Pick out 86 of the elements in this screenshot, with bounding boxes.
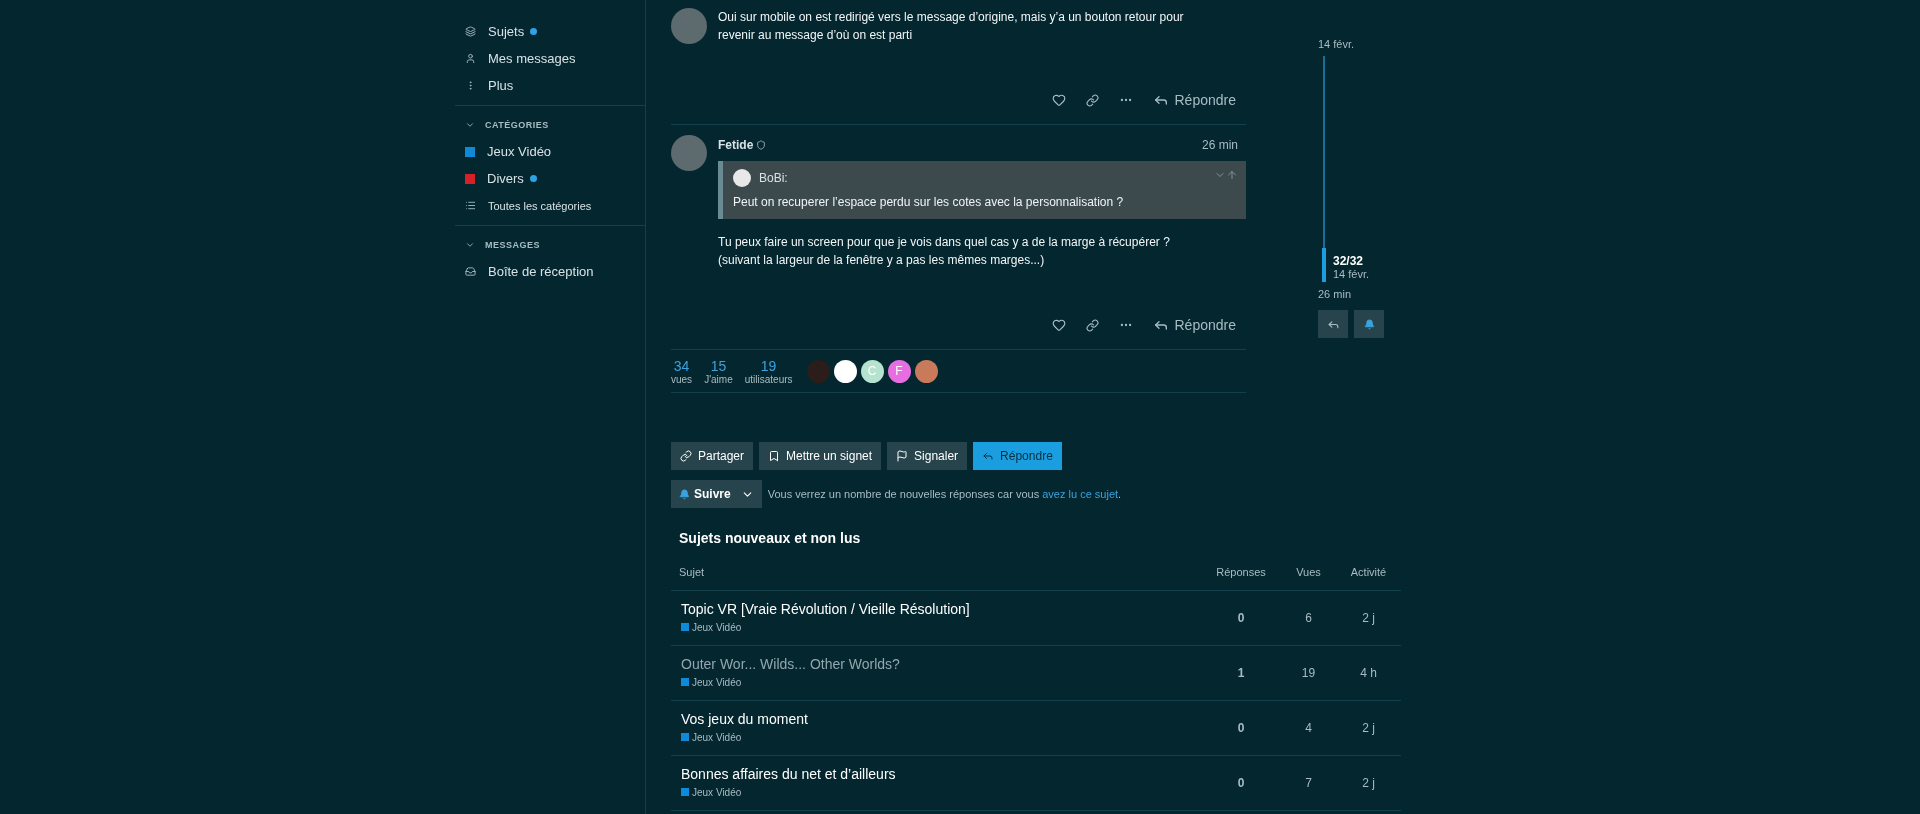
- sidebar-link[interactable]: Jeux Vidéo: [487, 144, 552, 159]
- timeline-position: 32/32: [1333, 254, 1365, 268]
- avatar[interactable]: [671, 8, 707, 44]
- views-count: 7: [1304, 776, 1313, 790]
- link-icon: [1085, 318, 1099, 332]
- quote-avatar: [733, 169, 751, 187]
- section-header[interactable]: MESSAGES: [455, 232, 645, 258]
- link-icon: [1085, 93, 1099, 107]
- post-time: 26 min: [1201, 138, 1239, 152]
- topic-link[interactable]: Vos jeux du moment: [681, 711, 1191, 727]
- chevron-down-icon: [465, 120, 475, 130]
- list-icon: [465, 200, 476, 211]
- category-badge[interactable]: Jeux Vidéo: [681, 786, 742, 798]
- quote-text: Peut on recuperer l’espace perdu sur les cotes avec la personnalisation ?: [733, 195, 1125, 209]
- column-header[interactable]: Réponses: [1201, 554, 1281, 590]
- timeline-start-date[interactable]: 14 févr.: [1318, 38, 1408, 50]
- reply-button[interactable]: [1318, 310, 1348, 338]
- category-badge[interactable]: Jeux Vidéo: [681, 731, 742, 743]
- topic-action-button[interactable]: Signaler: [887, 442, 968, 470]
- topic-link[interactable]: Outer Wor... Wilds... Other Worlds?: [681, 656, 1191, 672]
- views-count: 4: [1304, 721, 1313, 735]
- reply-button[interactable]: Répondre: [1150, 90, 1238, 110]
- stat-label: vues: [671, 373, 693, 385]
- activity-time: 2 j: [1361, 611, 1376, 625]
- post-text: (suivant la largeur de la fenêtre y a pas les mêmes marges...): [718, 252, 1046, 269]
- notification-text: Vous verrez un nombre de nouvelles réponses car vous avez lu ce sujet.: [767, 488, 1122, 500]
- timeline-handle[interactable]: [1322, 248, 1326, 282]
- inbox-icon: [465, 266, 476, 277]
- column-header[interactable]: Vues: [1281, 554, 1336, 590]
- share-icon: [680, 450, 692, 462]
- notification-button[interactable]: [1354, 310, 1384, 338]
- reply-icon: [982, 450, 995, 462]
- shield-icon: [756, 140, 767, 150]
- column-header[interactable]: Sujet: [671, 554, 1201, 590]
- bookmark-icon: [768, 450, 781, 462]
- category-badge[interactable]: Jeux Vidéo: [681, 676, 742, 688]
- notification-dropdown[interactable]: Suivre: [671, 480, 762, 508]
- reply-button[interactable]: Répondre: [1150, 315, 1238, 335]
- suggested-title: Sujets nouveaux et non lus: [678, 529, 862, 548]
- replies-count: 0: [1236, 721, 1246, 735]
- column-header[interactable]: Activité: [1336, 554, 1401, 590]
- sidebar-link[interactable]: Mes messages: [488, 51, 576, 66]
- bell-icon: [1363, 318, 1375, 330]
- sidebar-link[interactable]: Divers: [487, 171, 524, 186]
- heart-icon: [1051, 318, 1066, 332]
- section-header[interactable]: CATÉGORIES: [455, 112, 645, 138]
- post-text: revenir au message d’où on est parti: [718, 27, 914, 44]
- participant-avatar[interactable]: [833, 359, 857, 383]
- sidebar-link[interactable]: Plus: [488, 78, 514, 93]
- timeline-end-time[interactable]: 26 min: [1318, 288, 1408, 300]
- category-badge[interactable]: Jeux Vidéo: [681, 621, 742, 633]
- topic-action-button[interactable]: Répondre: [973, 442, 1062, 470]
- stat-value: 15: [710, 357, 727, 374]
- replies-count: 0: [1236, 776, 1246, 790]
- views-count: 6: [1304, 611, 1313, 625]
- activity-time: 2 j: [1361, 776, 1376, 790]
- replies-count: 0: [1236, 611, 1246, 625]
- post-text: Tu peux faire un screen pour que je vois dans quel cas y a de la marge à récupérer ?: [718, 234, 1171, 251]
- activity-time: 4 h: [1359, 666, 1378, 680]
- topic-action-button[interactable]: Mettre un signet: [759, 442, 882, 470]
- post-author[interactable]: Fetide: [718, 138, 754, 152]
- sidebar-link[interactable]: Toutes les catégories: [488, 199, 592, 212]
- post-text: Oui sur mobile on est redirigé vers le message d’origine, mais y’a un bouton retour pour: [718, 9, 1185, 26]
- topic-link[interactable]: Topic VR [Vraie Révolution / Vieille Résolution]: [681, 601, 1191, 617]
- link-button[interactable]: [1083, 91, 1101, 109]
- link-button[interactable]: [1083, 316, 1101, 334]
- chevron-down-icon: [465, 240, 475, 250]
- replies-count: 1: [1236, 666, 1246, 680]
- sidebar-link[interactable]: Boîte de réception: [488, 264, 594, 279]
- heart-icon: [1051, 93, 1066, 107]
- topic-link[interactable]: Bonnes affaires du net et d’ailleurs: [681, 766, 1191, 782]
- stat-value: 34: [673, 357, 690, 374]
- bell-icon: [679, 488, 690, 500]
- quote-author: BoBi:: [759, 171, 788, 185]
- flag-icon: [896, 450, 909, 462]
- stat-label: utilisateurs: [744, 373, 793, 385]
- topic-action-button[interactable]: Partager: [671, 442, 754, 470]
- layers-icon: [465, 26, 476, 37]
- avatar[interactable]: [671, 135, 707, 171]
- stat-value: 19: [760, 357, 777, 374]
- user-icon: [465, 53, 476, 64]
- sidebar-link[interactable]: Sujets: [488, 24, 525, 39]
- views-count: 19: [1300, 666, 1317, 680]
- timeline-position-date: 14 févr.: [1333, 268, 1370, 280]
- activity-time: 2 j: [1361, 721, 1376, 735]
- stat-label: J'aime: [704, 373, 733, 385]
